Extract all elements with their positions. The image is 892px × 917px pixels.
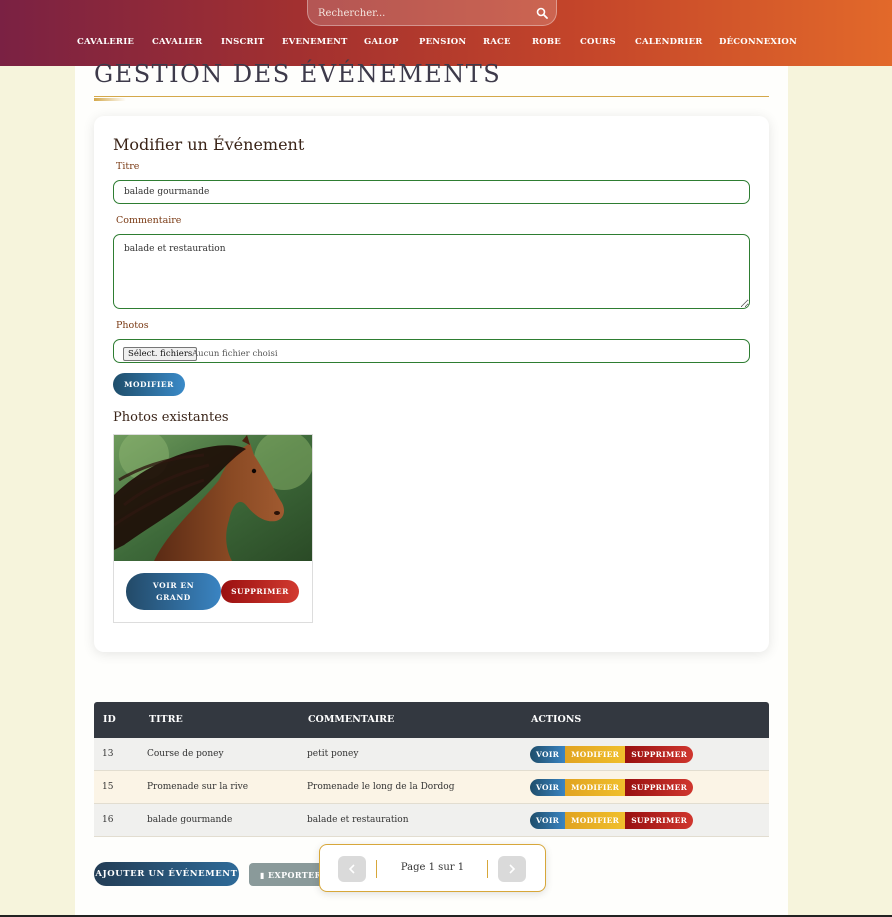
supprimer-button[interactable]: SUPPRIMER (625, 812, 694, 829)
next-page-button[interactable] (498, 856, 526, 882)
delete-photo-button[interactable]: SUPPRIMER (221, 580, 299, 603)
search-icon[interactable] (536, 7, 548, 19)
pagination-divider (487, 860, 488, 878)
nav-cavalerie[interactable]: CAVALERIE (77, 37, 134, 47)
cell-titre: Promenade sur la rive (147, 782, 249, 792)
header-bar: CAVALERIE CAVALIER INSCRIT EVENEMENT GAL… (0, 0, 892, 66)
horse-photo[interactable] (114, 435, 312, 561)
cell-id: 15 (102, 782, 114, 792)
cell-commentaire: petit poney (307, 749, 359, 759)
row-actions: VOIR MODIFIER SUPPRIMER (530, 779, 694, 796)
nav-evenement[interactable]: EVENEMENT (282, 37, 348, 47)
search-input[interactable] (318, 6, 528, 20)
nav-cours[interactable]: COURS (580, 37, 616, 47)
nav-race[interactable]: RACE (483, 37, 511, 47)
file-status: Aucun fichier choisi (192, 349, 278, 359)
choose-files-button[interactable]: Sélect. fichiers (123, 347, 198, 361)
supprimer-button[interactable]: SUPPRIMER (625, 746, 694, 763)
voir-button[interactable]: VOIR (530, 746, 566, 763)
th-id: ID (103, 714, 116, 725)
table-row: 15 Promenade sur la rive Promenade le lo… (94, 771, 769, 804)
cell-titre: balade gourmande (147, 815, 233, 825)
view-large-label-line2: GRAND (156, 592, 191, 602)
titre-input[interactable] (113, 180, 750, 204)
cell-id: 13 (102, 749, 114, 759)
nav-inscrit[interactable]: INSCRIT (221, 37, 264, 47)
th-commentaire: COMMENTAIRE (308, 714, 395, 725)
titre-label: Titre (116, 161, 140, 172)
commentaire-label: Commentaire (116, 215, 182, 226)
page-title: GESTION DES ÉVÉNEMENTS (94, 60, 502, 88)
supprimer-button[interactable]: SUPPRIMER (625, 779, 694, 796)
table-row: 13 Course de poney petit poney VOIR MODI… (94, 738, 769, 771)
th-actions: ACTIONS (531, 714, 582, 725)
nav-galop[interactable]: GALOP (364, 37, 399, 47)
modifier-button[interactable]: MODIFIER (565, 779, 626, 796)
nav-cavalier[interactable]: CAVALIER (152, 37, 202, 47)
table-header: ID TITRE COMMENTAIRE ACTIONS (94, 702, 769, 738)
modifier-submit-button[interactable]: MODIFIER (113, 373, 185, 396)
chevron-right-icon (509, 864, 516, 874)
view-large-label-line1: VOIR EN (152, 580, 195, 590)
nav-deconnexion[interactable]: DÉCONNEXION (719, 37, 797, 47)
view-large-button[interactable]: VOIR EN GRAND (126, 573, 221, 610)
th-titre: TITRE (149, 714, 183, 725)
existing-photos-title: Photos existantes (113, 410, 229, 425)
main-nav: CAVALERIE CAVALIER INSCRIT EVENEMENT GAL… (0, 37, 892, 49)
modifier-button[interactable]: MODIFIER (565, 812, 626, 829)
content-panel: GESTION DES ÉVÉNEMENTS Modifier un Événe… (75, 60, 788, 915)
add-event-button[interactable]: AJOUTER UN ÉVÉNEMENT (94, 862, 239, 886)
nav-pension[interactable]: PENSION (419, 37, 466, 47)
cell-titre: Course de poney (147, 749, 224, 759)
photos-label: Photos (116, 320, 149, 331)
title-accent (94, 98, 126, 101)
photos-file-input: Sélect. fichiers Aucun fichier choisi (113, 339, 750, 363)
export-button[interactable]: ▮ EXPORTER (249, 863, 329, 886)
file-icon: ▮ (260, 869, 265, 880)
commentaire-textarea[interactable]: balade et restauration (113, 234, 750, 309)
title-divider (94, 96, 769, 97)
cell-id: 16 (102, 815, 114, 825)
row-actions: VOIR MODIFIER SUPPRIMER (530, 812, 694, 829)
cell-commentaire: balade et restauration (307, 815, 409, 825)
events-table: ID TITRE COMMENTAIRE ACTIONS 13 Course d… (94, 702, 769, 837)
search-box (307, 0, 557, 26)
modifier-button[interactable]: MODIFIER (565, 746, 626, 763)
cell-commentaire: Promenade le long de la Dordog (307, 782, 455, 792)
row-actions: VOIR MODIFIER SUPPRIMER (530, 746, 694, 763)
table-row: 16 balade gourmande balade et restaurati… (94, 804, 769, 837)
form-title: Modifier un Événement (113, 135, 305, 154)
voir-button[interactable]: VOIR (530, 779, 566, 796)
voir-button[interactable]: VOIR (530, 812, 566, 829)
nav-robe[interactable]: ROBE (532, 37, 561, 47)
nav-calendrier[interactable]: CALENDRIER (635, 37, 703, 47)
pagination: Page 1 sur 1 (319, 844, 546, 892)
export-label: EXPORTER (268, 869, 322, 880)
edit-event-card: Modifier un Événement Titre Commentaire … (94, 116, 769, 652)
photo-card: VOIR EN GRAND SUPPRIMER (113, 434, 313, 623)
